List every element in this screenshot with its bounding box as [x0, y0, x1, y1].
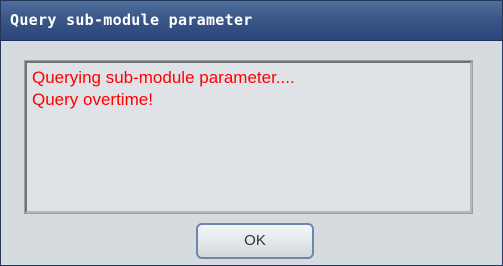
- message-area[interactable]: Querying sub-module parameter.... Query …: [24, 60, 473, 214]
- ok-button[interactable]: OK: [196, 223, 314, 259]
- error-message: Query overtime!: [32, 90, 153, 109]
- query-dialog: Query sub-module parameter Querying sub-…: [0, 0, 503, 266]
- title-bar[interactable]: Query sub-module parameter: [1, 1, 502, 41]
- dialog-title: Query sub-module parameter: [10, 11, 253, 29]
- status-message: Querying sub-module parameter....: [32, 68, 295, 87]
